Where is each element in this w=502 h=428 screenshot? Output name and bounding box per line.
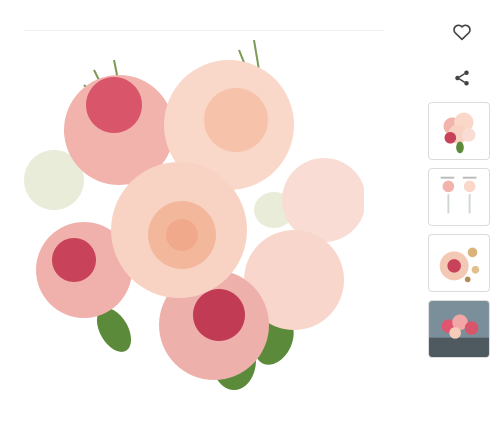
bouquet-thumbnail-image bbox=[443, 112, 476, 154]
main-product-image[interactable] bbox=[24, 30, 366, 395]
thumbnail-size-comparison[interactable] bbox=[428, 168, 490, 226]
thumbnail-lifestyle-scene[interactable] bbox=[428, 300, 490, 358]
favorite-button[interactable] bbox=[448, 18, 476, 46]
heart-outline-icon bbox=[453, 24, 471, 41]
flower-detail-thumbnail-image bbox=[439, 247, 480, 283]
thumbnail-flower-detail[interactable] bbox=[428, 234, 490, 292]
share-icon bbox=[455, 70, 469, 86]
peony-bouquet-illustration bbox=[24, 39, 366, 390]
size-comparison-thumbnail-image bbox=[440, 176, 477, 214]
lifestyle-scene-thumbnail-image bbox=[429, 301, 489, 357]
thumbnail-bouquet[interactable] bbox=[428, 102, 490, 160]
share-button[interactable] bbox=[448, 64, 476, 92]
